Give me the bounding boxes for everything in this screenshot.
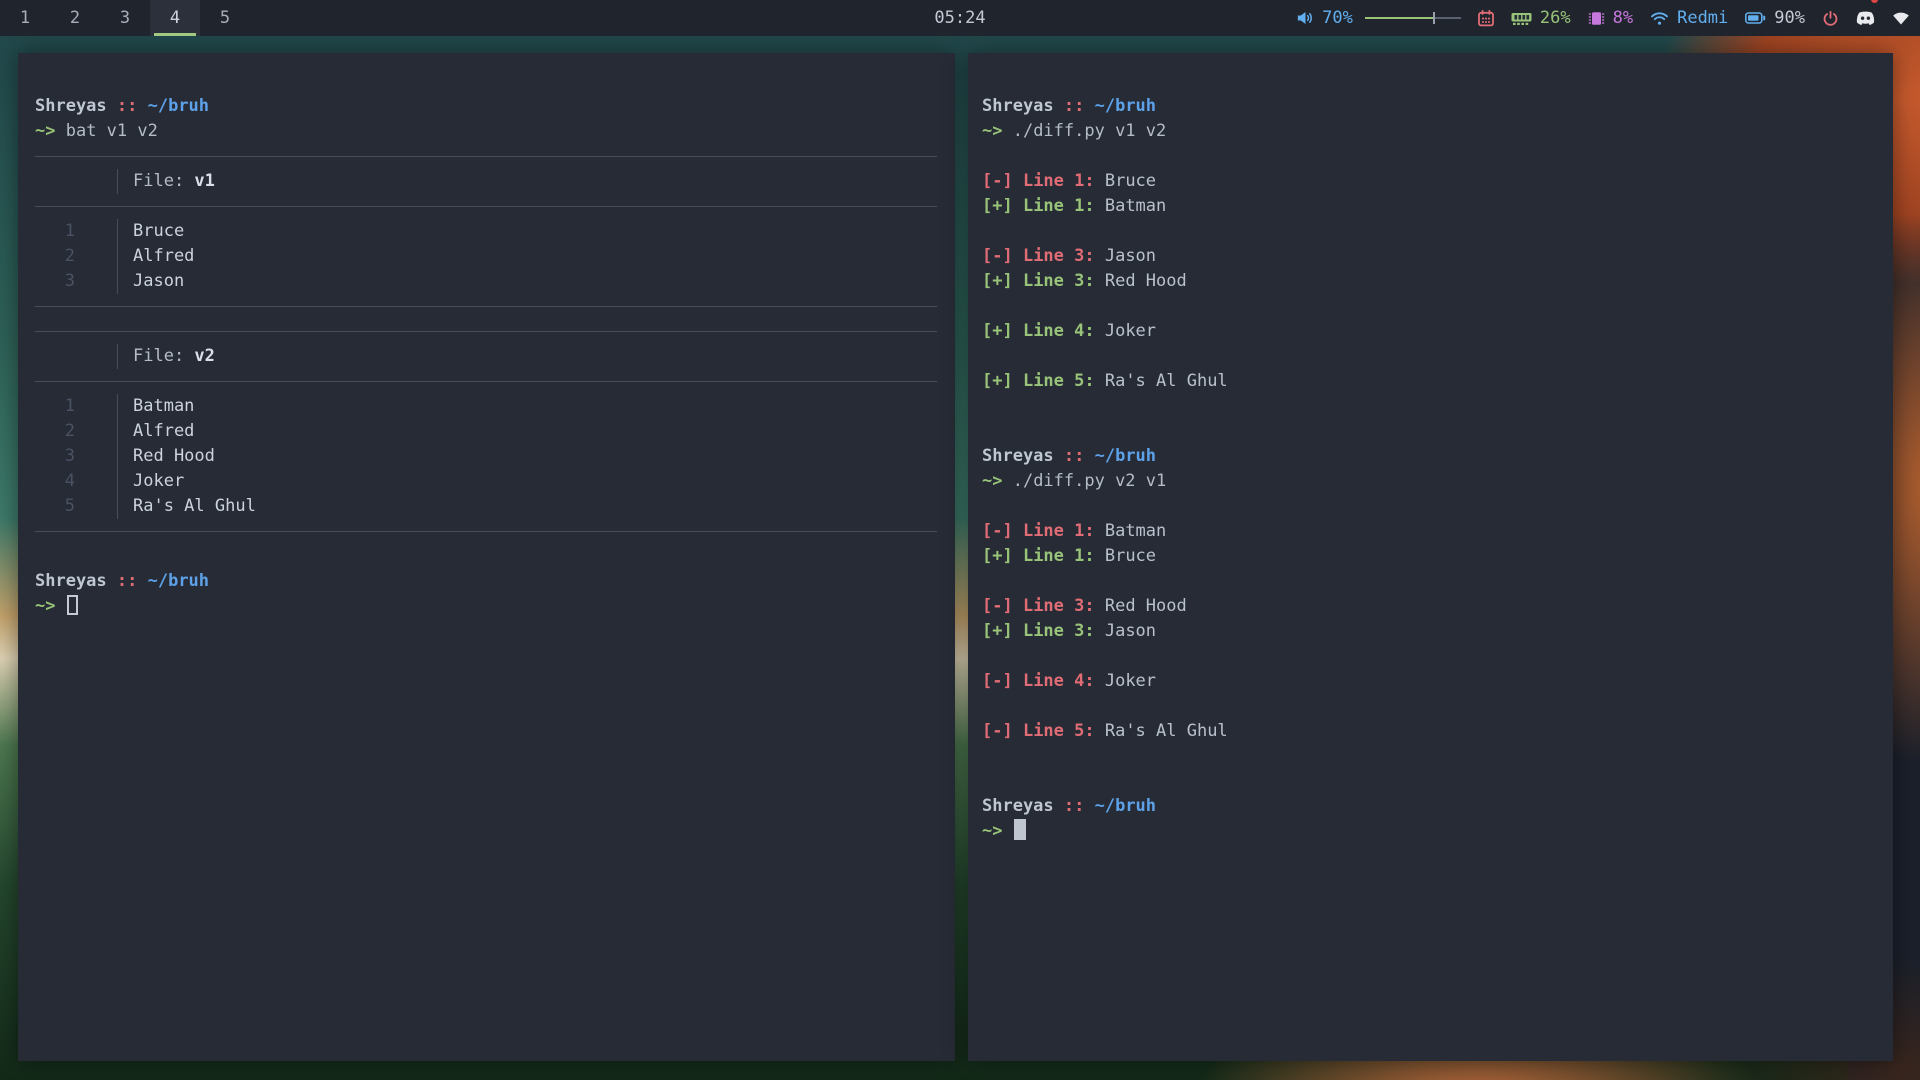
power-module[interactable] [1822, 0, 1839, 36]
line-number: 1 [35, 219, 118, 244]
prompt-line: Shreyas :: ~/bruh [982, 94, 1875, 119]
wifi-icon [1650, 10, 1669, 26]
diff-line-added: [+] Line 5: Ra's Al Ghul [982, 369, 1875, 394]
diff-line-removed: [-] Line 3: Red Hood [982, 594, 1875, 619]
cpu-chip-icon [1588, 10, 1605, 27]
command-line: ~> ./diff.py v2 v1 [982, 469, 1875, 494]
file-name-v2: v2 [194, 346, 214, 366]
bat-rule-mid-v2 [35, 369, 937, 394]
line-text: Alfred [118, 419, 194, 444]
bat-rule-mid-v1 [35, 194, 937, 219]
cpu-percent: 8% [1613, 8, 1633, 28]
bat-line: 1 Batman [35, 394, 937, 419]
diff-line-added: [+] Line 1: Bruce [982, 544, 1875, 569]
line-number: 4 [35, 469, 118, 494]
command-line: ~> bat v1 v2 [35, 119, 937, 144]
volume-percent: 70% [1322, 8, 1353, 28]
workspace-2[interactable]: 2 [50, 0, 100, 36]
diff-line-removed: [-] Line 1: Bruce [982, 169, 1875, 194]
file-name-v1: v1 [194, 171, 214, 191]
line-number: 2 [35, 244, 118, 269]
memory-percent: 26% [1540, 8, 1571, 28]
discord-notification-dot [1871, 0, 1878, 3]
line-text: Alfred [118, 244, 194, 269]
diff-line-added: [+] Line 4: Joker [982, 319, 1875, 344]
calendar-module[interactable] [1478, 0, 1494, 36]
left-terminal-window[interactable]: Shreyas :: ~/bruh ~> bat v1 v2 File: v1 … [18, 53, 955, 1061]
line-number: 3 [35, 444, 118, 469]
network-tray-item[interactable] [1892, 0, 1910, 36]
bat-header-v2: File: v2 [35, 344, 937, 369]
diff-line-removed: [-] Line 1: Batman [982, 519, 1875, 544]
discord-tray-item[interactable] [1856, 0, 1875, 36]
bat-line: 5 Ra's Al Ghul [35, 494, 937, 519]
command-line: ~> ./diff.py v1 v2 [982, 119, 1875, 144]
ram-icon [1511, 11, 1532, 26]
volume-slider[interactable] [1365, 12, 1461, 24]
diff-line-added: [+] Line 1: Batman [982, 194, 1875, 219]
line-number: 1 [35, 394, 118, 419]
line-text: Batman [118, 394, 194, 419]
bat-rule-bottom-v2 [35, 519, 937, 544]
network-module[interactable]: Redmi [1650, 0, 1728, 36]
wifi-ssid: Redmi [1677, 8, 1728, 28]
command-line-active[interactable]: ~> [982, 819, 1875, 844]
calendar-icon [1478, 10, 1494, 27]
line-text: Ra's Al Ghul [118, 494, 256, 519]
discord-icon [1856, 11, 1875, 26]
bat-rule-top-v2 [35, 319, 937, 344]
line-text: Joker [118, 469, 184, 494]
volume-module[interactable]: 70% [1297, 0, 1461, 36]
line-text: Bruce [118, 219, 184, 244]
status-modules: 70% [1297, 0, 1910, 36]
command-line-empty[interactable]: ~> [35, 594, 937, 619]
bat-rule-bottom-v1 [35, 294, 937, 319]
speaker-icon [1297, 10, 1314, 26]
bat-gutter [35, 169, 118, 194]
workspace-switcher: 1 2 3 4 5 [0, 0, 250, 36]
workspace-4-active[interactable]: 4 [150, 0, 200, 36]
cpu-module[interactable]: 8% [1588, 0, 1633, 36]
bat-line: 1 Bruce [35, 219, 937, 244]
battery-percent: 90% [1774, 8, 1805, 28]
status-bar: 1 2 3 4 5 05:24 70% [0, 0, 1920, 36]
diff-line-removed: [-] Line 3: Jason [982, 244, 1875, 269]
bat-line: 4 Joker [35, 469, 937, 494]
diff-line-added: [+] Line 3: Red Hood [982, 269, 1875, 294]
bat-gutter [35, 344, 118, 369]
battery-icon [1745, 12, 1766, 24]
bat-rule-top-v1 [35, 144, 937, 169]
wifi-solid-icon [1892, 11, 1910, 25]
inactive-cursor [67, 595, 78, 615]
prompt-line: Shreyas :: ~/bruh [35, 569, 937, 594]
line-number: 5 [35, 494, 118, 519]
active-cursor [1014, 819, 1026, 840]
bat-header-v1: File: v1 [35, 169, 937, 194]
line-text: Jason [118, 269, 184, 294]
bat-line: 3 Jason [35, 269, 937, 294]
bat-line: 2 Alfred [35, 419, 937, 444]
line-number: 2 [35, 419, 118, 444]
bat-line: 3 Red Hood [35, 444, 937, 469]
clock: 05:24 [934, 0, 985, 36]
battery-module[interactable]: 90% [1745, 0, 1805, 36]
diff-line-removed: [-] Line 5: Ra's Al Ghul [982, 719, 1875, 744]
workspace-1[interactable]: 1 [0, 0, 50, 36]
power-icon [1822, 10, 1839, 27]
diff-line-added: [+] Line 3: Jason [982, 619, 1875, 644]
prompt-line: Shreyas :: ~/bruh [982, 444, 1875, 469]
right-terminal-window[interactable]: Shreyas :: ~/bruh ~> ./diff.py v1 v2 [-]… [968, 53, 1893, 1061]
workspace-5[interactable]: 5 [200, 0, 250, 36]
bat-line: 2 Alfred [35, 244, 937, 269]
prompt-line: Shreyas :: ~/bruh [982, 794, 1875, 819]
line-text: Red Hood [118, 444, 215, 469]
prompt-line: Shreyas :: ~/bruh [35, 94, 937, 119]
line-number: 3 [35, 269, 118, 294]
diff-line-removed: [-] Line 4: Joker [982, 669, 1875, 694]
workspace-3[interactable]: 3 [100, 0, 150, 36]
memory-module[interactable]: 26% [1511, 0, 1571, 36]
